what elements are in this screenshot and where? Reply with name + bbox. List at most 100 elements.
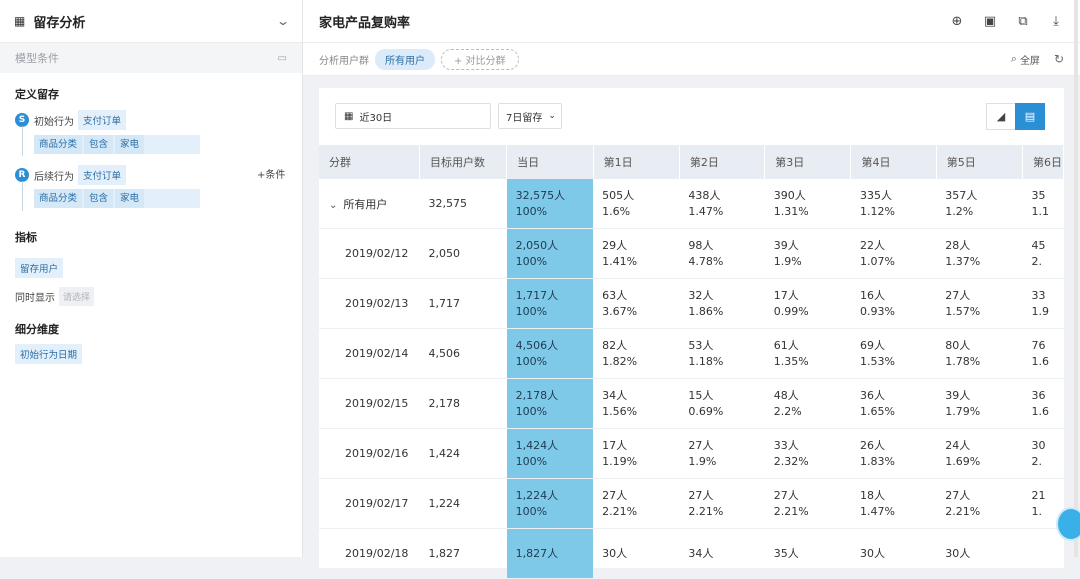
retention-cell[interactable]: 32人 1.86% xyxy=(679,278,765,329)
retention-cell[interactable]: 27人 2.21% xyxy=(593,478,680,529)
table-row[interactable]: 2019/02/14 4,506 4,506人 100% 82人 1.82% 53人 1.18… xyxy=(319,328,1064,379)
table-view-button[interactable]: ▤ xyxy=(1015,103,1045,130)
retention-cell[interactable]: 98人 4.78% xyxy=(679,228,765,279)
retention-cell[interactable]: 53人 1.18% xyxy=(679,328,765,379)
save-icon[interactable]: ▣ xyxy=(982,13,998,29)
assistant-icon[interactable] xyxy=(1056,507,1080,541)
also-show-select[interactable]: 请选择 xyxy=(59,287,95,306)
retention-cell[interactable]: 33 1.9 xyxy=(1022,278,1064,329)
retention-cell[interactable]: 61人 1.35% xyxy=(764,328,851,379)
search-icon[interactable]: ⌕ xyxy=(1011,52,1017,66)
all-users-pill[interactable]: 所有用户 xyxy=(375,48,435,70)
table-row[interactable]: ⌄ 所有用户 32,575 32,575人 100% 505人 1.6% 438人 1.47% 3… xyxy=(319,179,1064,229)
retention-cell[interactable]: 63人 3.67% xyxy=(593,278,680,329)
return-filter[interactable]: 商品分类 包含 家电 xyxy=(34,189,200,208)
retention-period-select[interactable]: 7日留存 ⌄ xyxy=(498,103,562,129)
retention-cell[interactable]: 505人 1.6% xyxy=(593,179,680,229)
retention-cell[interactable]: 35人 xyxy=(764,528,851,579)
save-as-icon[interactable]: ⧉ xyxy=(1015,13,1031,29)
retention-cell[interactable]: 80人 1.78% xyxy=(936,328,1023,379)
retention-cell[interactable]: 29人 1.41% xyxy=(593,228,680,279)
model-conditions-row[interactable]: 模型条件 ▭ xyxy=(0,43,302,73)
col-header[interactable]: 第3日 xyxy=(764,145,852,179)
retention-cell[interactable]: 76 1.6 xyxy=(1022,328,1064,379)
day0-cell[interactable]: 1,717人 100% xyxy=(506,278,594,329)
day0-cell[interactable]: 32,575人 100% xyxy=(506,179,594,229)
table-row[interactable]: 2019/02/16 1,424 1,424人 100% 17人 1.19% 27人 1.9%… xyxy=(319,428,1064,479)
retention-cell[interactable]: 24人 1.69% xyxy=(936,428,1023,479)
retention-cell[interactable]: 27人 2.21% xyxy=(679,478,765,529)
retention-cell[interactable]: 27人 2.21% xyxy=(764,478,851,529)
filter-operator[interactable]: 包含 xyxy=(84,189,114,208)
add-icon[interactable]: ⊕ xyxy=(949,13,965,29)
date-range-picker[interactable]: ▦ 近30日 xyxy=(335,103,491,129)
chevron-down-icon[interactable]: ⌄ xyxy=(276,14,290,28)
retention-cell[interactable]: 17人 1.19% xyxy=(593,428,680,479)
edit-icon[interactable]: ▭ xyxy=(278,53,287,64)
retention-cell[interactable]: 36 1.6 xyxy=(1022,378,1064,429)
compare-group-pill[interactable]: + 对比分群 xyxy=(441,48,519,70)
retention-cell[interactable]: 48人 2.2% xyxy=(764,378,851,429)
table-row[interactable]: 2019/02/15 2,178 2,178人 100% 34人 1.56% 15人 0.69… xyxy=(319,378,1064,429)
retention-cell[interactable]: 27人 1.9% xyxy=(679,428,765,479)
retention-cell[interactable]: 18人 1.47% xyxy=(850,478,937,529)
retention-cell[interactable]: 39人 1.9% xyxy=(764,228,851,279)
table-row[interactable]: 2019/02/13 1,717 1,717人 100% 63人 3.67% 32人 1.86… xyxy=(319,278,1064,329)
retention-cell[interactable]: 28人 1.37% xyxy=(936,228,1023,279)
retention-cell[interactable]: 69人 1.53% xyxy=(850,328,937,379)
retention-cell[interactable]: 45 2. xyxy=(1022,228,1064,279)
scrollbar[interactable] xyxy=(1074,0,1078,557)
retention-cell[interactable]: 30 2. xyxy=(1022,428,1064,479)
retention-cell[interactable]: 390人 1.31% xyxy=(764,179,851,229)
filter-operator[interactable]: 包含 xyxy=(84,135,114,154)
retention-cell[interactable]: 82人 1.82% xyxy=(593,328,680,379)
initial-filter[interactable]: 商品分类 包含 家电 xyxy=(34,135,200,154)
retention-cell[interactable]: 335人 1.12% xyxy=(850,179,937,229)
retention-cell[interactable]: 34人 xyxy=(679,528,765,579)
chevron-down-icon[interactable]: ⌄ xyxy=(329,200,337,211)
table-row[interactable]: 2019/02/17 1,224 1,224人 100% 27人 2.21% 27人 2.21… xyxy=(319,478,1064,529)
filter-field[interactable]: 商品分类 xyxy=(34,135,83,154)
initial-event-tag[interactable]: 支付订单 xyxy=(78,110,127,130)
metric-tag[interactable]: 留存用户 xyxy=(15,258,64,278)
download-icon[interactable]: ⤓ xyxy=(1048,13,1064,29)
col-header[interactable]: 第1日 xyxy=(593,145,680,179)
retention-cell[interactable]: 17人 0.99% xyxy=(764,278,851,329)
retention-cell[interactable]: 27人 1.57% xyxy=(936,278,1023,329)
retention-cell[interactable]: 36人 1.65% xyxy=(850,378,937,429)
retention-cell[interactable]: 33人 2.32% xyxy=(764,428,851,479)
filter-field[interactable]: 商品分类 xyxy=(34,189,83,208)
retention-cell[interactable]: 16人 0.93% xyxy=(850,278,937,329)
retention-cell[interactable]: 30人 xyxy=(936,528,1023,579)
col-header[interactable]: 当日 xyxy=(506,145,594,179)
group-cell[interactable]: ⌄ 所有用户 xyxy=(319,179,420,229)
col-header[interactable]: 第2日 xyxy=(679,145,766,179)
retention-cell[interactable]: 438人 1.47% xyxy=(679,179,765,229)
filter-value[interactable]: 家电 xyxy=(115,135,145,154)
retention-cell[interactable]: 15人 0.69% xyxy=(679,378,765,429)
day0-cell[interactable]: 2,178人 100% xyxy=(506,378,594,429)
day0-cell[interactable]: 1,224人 100% xyxy=(506,478,594,529)
retention-cell[interactable]: 26人 1.83% xyxy=(850,428,937,479)
add-condition-button[interactable]: +条件 xyxy=(257,166,285,181)
retention-cell[interactable]: 35 1.1 xyxy=(1022,179,1064,229)
retention-cell[interactable]: 22人 1.07% xyxy=(850,228,937,279)
retention-cell[interactable]: 34人 1.56% xyxy=(593,378,680,429)
day0-cell[interactable]: 1,424人 100% xyxy=(506,428,594,479)
table-row[interactable]: 2019/02/18 1,827 1,827人 30人 34人 35人 30人 30人 xyxy=(319,528,1064,579)
filter-value[interactable]: 家电 xyxy=(115,189,145,208)
refresh-icon[interactable]: ↻ xyxy=(1054,52,1064,66)
chart-view-button[interactable]: ◢ xyxy=(986,103,1016,130)
col-header[interactable]: 第4日 xyxy=(850,145,937,179)
col-header[interactable]: 第6日 xyxy=(1022,145,1064,179)
retention-cell[interactable] xyxy=(1022,528,1064,579)
retention-cell[interactable]: 30人 xyxy=(850,528,937,579)
table-row[interactable]: 2019/02/12 2,050 2,050人 100% 29人 1.41% 98人 4.78… xyxy=(319,228,1064,279)
retention-cell[interactable]: 27人 2.21% xyxy=(936,478,1023,529)
col-header[interactable]: 分群 xyxy=(319,145,420,179)
col-header[interactable]: 目标用户数 xyxy=(419,145,508,179)
retention-cell[interactable]: 39人 1.79% xyxy=(936,378,1023,429)
breakdown-tag[interactable]: 初始行为日期 xyxy=(15,344,83,364)
day0-cell[interactable]: 4,506人 100% xyxy=(506,328,594,379)
col-header[interactable]: 第5日 xyxy=(936,145,1024,179)
